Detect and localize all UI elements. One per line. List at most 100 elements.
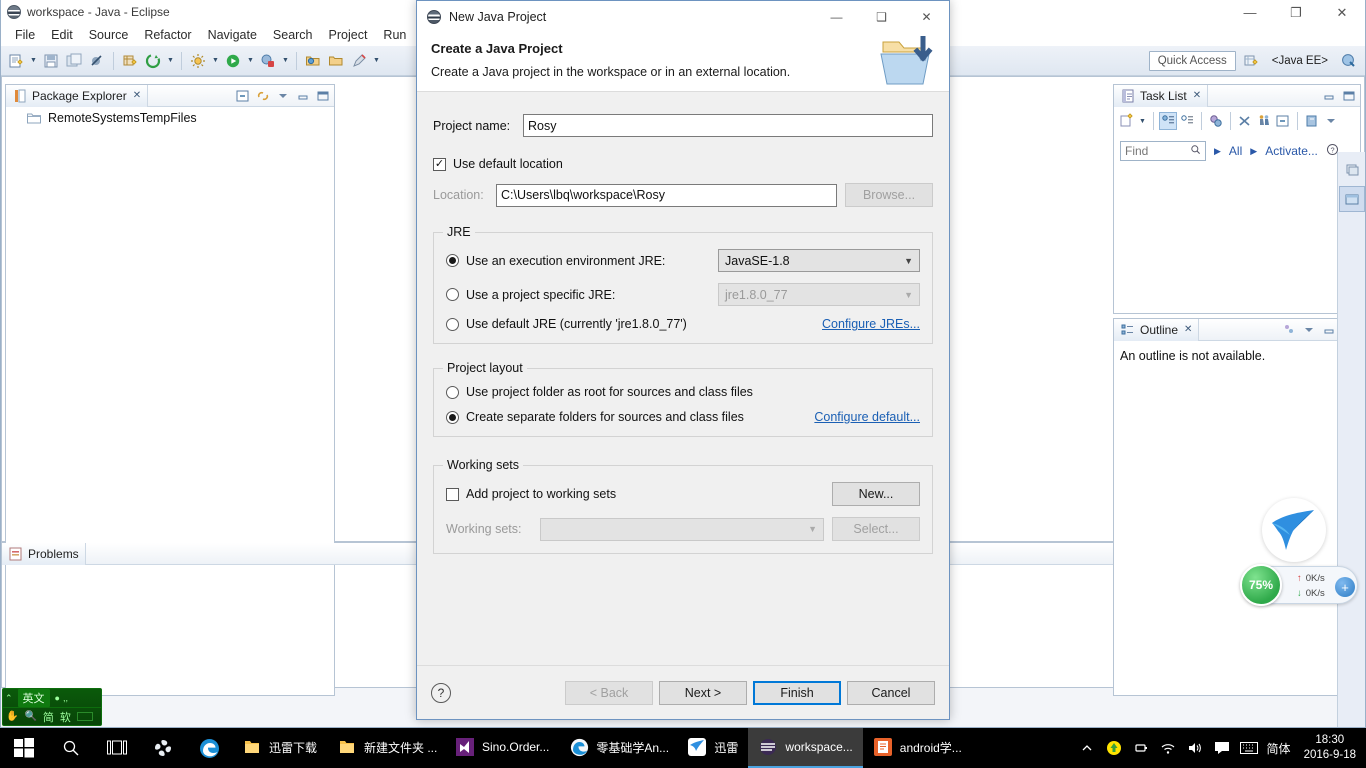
- jre-execution-env-row[interactable]: Use an execution environment JRE: JavaSE…: [446, 249, 920, 272]
- use-default-location-row[interactable]: ✓ Use default location: [433, 157, 933, 171]
- finish-button[interactable]: Finish: [753, 680, 841, 705]
- skip-breakpoints-icon[interactable]: [86, 50, 108, 72]
- minimize-icon[interactable]: [294, 87, 312, 105]
- cancel-button[interactable]: Cancel: [847, 680, 935, 705]
- run-icon[interactable]: [222, 50, 244, 72]
- dot-icon[interactable]: ●: [55, 693, 60, 703]
- browse-button[interactable]: Browse...: [845, 183, 933, 207]
- layout-root-radio[interactable]: [446, 385, 459, 399]
- taskbar-task[interactable]: 零基础学An...: [559, 728, 677, 768]
- eclipse-minimize-button[interactable]: —: [1227, 0, 1273, 24]
- chevron-up-icon[interactable]: ⌃: [3, 693, 15, 704]
- thunder-bird-icon[interactable]: [1262, 498, 1326, 562]
- taskbar-ime-label[interactable]: 简体: [1267, 740, 1291, 757]
- scheduled-icon[interactable]: [1178, 112, 1196, 130]
- synchronize-icon[interactable]: [1207, 112, 1225, 130]
- jre-project-specific-row[interactable]: Use a project specific JRE: jre1.8.0_77 …: [446, 283, 920, 306]
- dialog-close-button[interactable]: ✕: [904, 1, 949, 32]
- collapse-all-icon[interactable]: [234, 87, 252, 105]
- taskbar-task[interactable]: 新建文件夹 ...: [327, 728, 445, 768]
- menu-file[interactable]: File: [7, 26, 43, 44]
- menu-edit[interactable]: Edit: [43, 26, 81, 44]
- new-wizard-dropdown[interactable]: ▼: [28, 50, 39, 72]
- new-wizard-icon[interactable]: [5, 50, 27, 72]
- eclipse-maximize-button[interactable]: ❐: [1273, 0, 1319, 24]
- menu-navigate[interactable]: Navigate: [200, 26, 265, 44]
- volume-icon[interactable]: [1186, 739, 1204, 757]
- new-java-package-icon[interactable]: [119, 50, 141, 72]
- open-resource-icon[interactable]: [325, 50, 347, 72]
- tab-outline[interactable]: Outline ✕: [1114, 318, 1200, 341]
- new-task-icon[interactable]: [1118, 112, 1136, 130]
- layout-separate-row[interactable]: Create separate folders for sources and …: [446, 410, 920, 424]
- restore-icon[interactable]: [1303, 112, 1321, 130]
- select-working-sets-button[interactable]: Select...: [832, 517, 920, 541]
- sort-icon[interactable]: [1280, 321, 1298, 339]
- save-all-icon[interactable]: [63, 50, 85, 72]
- external-tools-dropdown[interactable]: ▼: [371, 50, 382, 72]
- java-ee-perspective-icon[interactable]: [1339, 186, 1365, 212]
- jre-default-row[interactable]: Use default JRE (currently 'jre1.8.0_77'…: [446, 317, 920, 331]
- new-task-dropdown[interactable]: ▼: [1137, 110, 1148, 132]
- working-sets-select[interactable]: ▼: [540, 517, 824, 541]
- tab-problems[interactable]: Problems: [2, 542, 86, 565]
- configure-default-link[interactable]: Configure default...: [814, 410, 920, 424]
- back-button[interactable]: < Back: [565, 680, 653, 705]
- plus-icon[interactable]: +: [1335, 577, 1355, 597]
- filter-activate-link[interactable]: Activate...: [1265, 144, 1318, 158]
- search-icon[interactable]: [1190, 144, 1201, 158]
- download-speed-widget[interactable]: ↑ 0K/s ↓ 0K/s + 75%: [1240, 564, 1358, 606]
- menu-refactor[interactable]: Refactor: [136, 26, 199, 44]
- ime-language-bar[interactable]: ⌃ 英文 ● ,, ✋ 🔍 简 软: [2, 688, 102, 726]
- maximize-icon[interactable]: [1340, 87, 1358, 105]
- build-icon[interactable]: [142, 50, 164, 72]
- menu-project[interactable]: Project: [321, 26, 376, 44]
- search-icon[interactable]: 🔍: [24, 711, 36, 722]
- add-working-sets-row[interactable]: Add project to working sets New...: [446, 482, 920, 506]
- project-name-input[interactable]: [523, 114, 933, 137]
- link-with-editor-icon[interactable]: [254, 87, 272, 105]
- coverage-dropdown[interactable]: ▼: [280, 50, 291, 72]
- perspective-label[interactable]: <Java EE>: [1266, 55, 1334, 67]
- ime-softkeyboard-label[interactable]: 软: [60, 709, 71, 725]
- execution-environment-select[interactable]: JavaSE-1.8 ▼: [718, 249, 920, 272]
- menu-source[interactable]: Source: [81, 26, 137, 44]
- eclipse-close-button[interactable]: ✕: [1319, 0, 1365, 24]
- taskbar-task-active[interactable]: workspace...: [748, 728, 863, 768]
- help-icon[interactable]: ?: [431, 682, 451, 703]
- presentation-icon[interactable]: [1255, 112, 1273, 130]
- ime-mode-label[interactable]: 英文: [17, 689, 50, 707]
- save-icon[interactable]: [40, 50, 62, 72]
- open-type-icon[interactable]: [302, 50, 324, 72]
- use-default-location-checkbox[interactable]: ✓: [433, 157, 446, 171]
- jre-default-radio[interactable]: [446, 317, 459, 331]
- menu-search[interactable]: Search: [265, 26, 321, 44]
- list-item[interactable]: RemoteSystemsTempFiles: [6, 107, 334, 129]
- show-hidden-icons-icon[interactable]: [1078, 739, 1096, 757]
- hand-icon[interactable]: ✋: [6, 711, 18, 722]
- jre-project-specific-radio[interactable]: [446, 288, 459, 301]
- configure-jres-link[interactable]: Configure JREs...: [822, 317, 920, 331]
- ime-simplified-label[interactable]: 简: [43, 709, 54, 725]
- debug-icon[interactable]: [187, 50, 209, 72]
- speed-percent-badge[interactable]: 75%: [1240, 564, 1282, 606]
- close-icon[interactable]: ✕: [133, 90, 141, 101]
- task-view-icon[interactable]: [94, 728, 140, 768]
- layout-root-row[interactable]: Use project folder as root for sources a…: [446, 385, 920, 399]
- java-ee-perspective-icon[interactable]: [1337, 49, 1361, 73]
- run-dropdown[interactable]: ▼: [245, 50, 256, 72]
- tab-task-list[interactable]: Task List ✕: [1114, 84, 1209, 107]
- keyboard-icon[interactable]: [76, 712, 93, 721]
- view-menu-icon[interactable]: [274, 87, 292, 105]
- security-shield-icon[interactable]: [1105, 739, 1123, 757]
- dialog-maximize-button[interactable]: ❑: [859, 1, 904, 32]
- debug-dropdown[interactable]: ▼: [210, 50, 221, 72]
- new-working-set-button[interactable]: New...: [832, 482, 920, 506]
- usb-icon[interactable]: [1132, 739, 1150, 757]
- keyboard-icon[interactable]: [1239, 739, 1258, 757]
- comma-icon[interactable]: ,,: [63, 693, 68, 703]
- add-to-working-sets-checkbox[interactable]: [446, 487, 459, 501]
- search-icon[interactable]: [48, 728, 94, 768]
- tab-package-explorer[interactable]: Package Explorer ✕: [6, 84, 149, 107]
- view-menu-icon[interactable]: [1322, 112, 1340, 130]
